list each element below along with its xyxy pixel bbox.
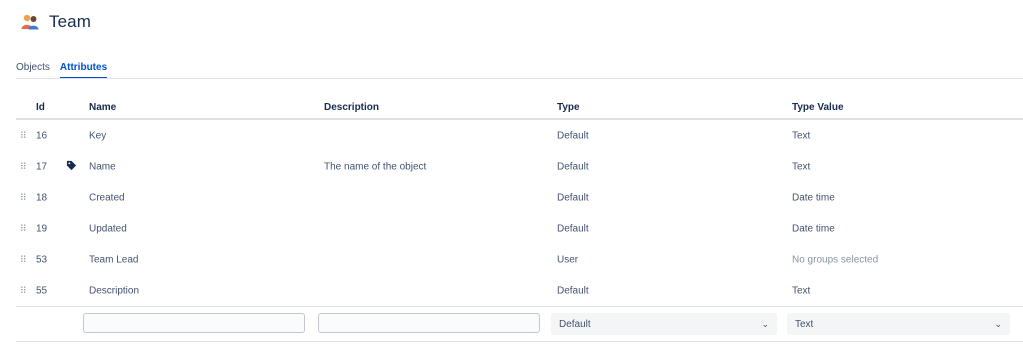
drag-handle-icon[interactable]: ⠿ — [20, 223, 27, 234]
attribute-type-value: Text — [792, 161, 811, 172]
attribute-id: 18 — [36, 192, 48, 203]
attribute-type-value: No groups selected — [792, 254, 879, 265]
tab-bar: Objects Attributes — [16, 62, 117, 79]
attribute-name: Team Lead — [89, 254, 139, 265]
page-header: Team — [20, 12, 91, 32]
tab-attributes[interactable]: Attributes — [59, 62, 108, 79]
table-row[interactable]: ⠿ 55 Description Default Text — [16, 275, 1023, 306]
attribute-description: The name of the object — [324, 161, 427, 172]
attribute-type-value: Date time — [792, 192, 835, 203]
table-row[interactable]: ⠿ 17 Name The name of the object Default… — [16, 151, 1023, 182]
attributes-table: Id Name Description Type Type Value ⠿ 16… — [16, 96, 1023, 342]
table-row[interactable]: ⠿ 16 Key Default Text — [16, 120, 1023, 151]
column-header-id[interactable]: Id — [36, 102, 45, 113]
attribute-name: Created — [89, 192, 125, 203]
drag-handle-icon[interactable]: ⠿ — [20, 254, 27, 265]
column-header-description[interactable]: Description — [324, 102, 379, 113]
table-row[interactable]: ⠿ 18 Created Default Date time — [16, 182, 1023, 213]
drag-handle-icon[interactable]: ⠿ — [20, 285, 27, 296]
new-attribute-type-select[interactable]: Default ⌄ — [551, 313, 777, 335]
table-row[interactable]: ⠿ 19 Updated Default Date time — [16, 213, 1023, 244]
column-header-name[interactable]: Name — [89, 102, 116, 113]
tabs-divider — [16, 78, 1023, 79]
attribute-id: 53 — [36, 254, 48, 265]
attribute-type-value: Text — [792, 285, 811, 296]
attribute-type: Default — [557, 285, 589, 296]
type-value-select-value: Text — [795, 318, 814, 330]
attribute-type: Default — [557, 130, 589, 141]
attribute-type: User — [557, 254, 579, 265]
attribute-type-value: Date time — [792, 223, 835, 234]
drag-handle-icon[interactable]: ⠿ — [20, 192, 27, 203]
attribute-type: Default — [557, 192, 589, 203]
attribute-id: 16 — [36, 130, 48, 141]
chevron-down-icon: ⌄ — [994, 318, 1002, 329]
new-attribute-type-value-select[interactable]: Text ⌄ — [787, 313, 1010, 335]
column-header-type[interactable]: Type — [557, 102, 580, 113]
drag-handle-icon[interactable]: ⠿ — [20, 161, 27, 172]
attribute-name: Name — [89, 161, 116, 172]
attribute-type: Default — [557, 161, 589, 172]
page-title: Team — [49, 12, 91, 31]
new-attribute-description-input[interactable] — [318, 313, 540, 333]
attribute-id: 17 — [36, 161, 48, 172]
column-header-type-value[interactable]: Type Value — [792, 102, 844, 113]
new-attribute-name-input[interactable] — [83, 313, 305, 333]
attribute-type: Default — [557, 223, 589, 234]
type-select-value: Default — [559, 318, 591, 330]
team-icon — [20, 12, 40, 32]
tab-objects[interactable]: Objects — [16, 62, 50, 79]
attribute-id: 19 — [36, 223, 48, 234]
drag-handle-icon[interactable]: ⠿ — [20, 130, 27, 141]
chevron-down-icon: ⌄ — [761, 318, 769, 329]
attribute-name: Description — [89, 285, 140, 296]
tag-icon — [66, 160, 77, 174]
attribute-name: Key — [89, 130, 107, 141]
attribute-name: Updated — [89, 223, 127, 234]
new-attribute-row: Default ⌄ Text ⌄ — [16, 306, 1023, 342]
attribute-type-value: Text — [792, 130, 811, 141]
attribute-id: 55 — [36, 285, 48, 296]
table-row[interactable]: ⠿ 53 Team Lead User No groups selected — [16, 244, 1023, 275]
table-header: Id Name Description Type Type Value — [16, 96, 1023, 120]
